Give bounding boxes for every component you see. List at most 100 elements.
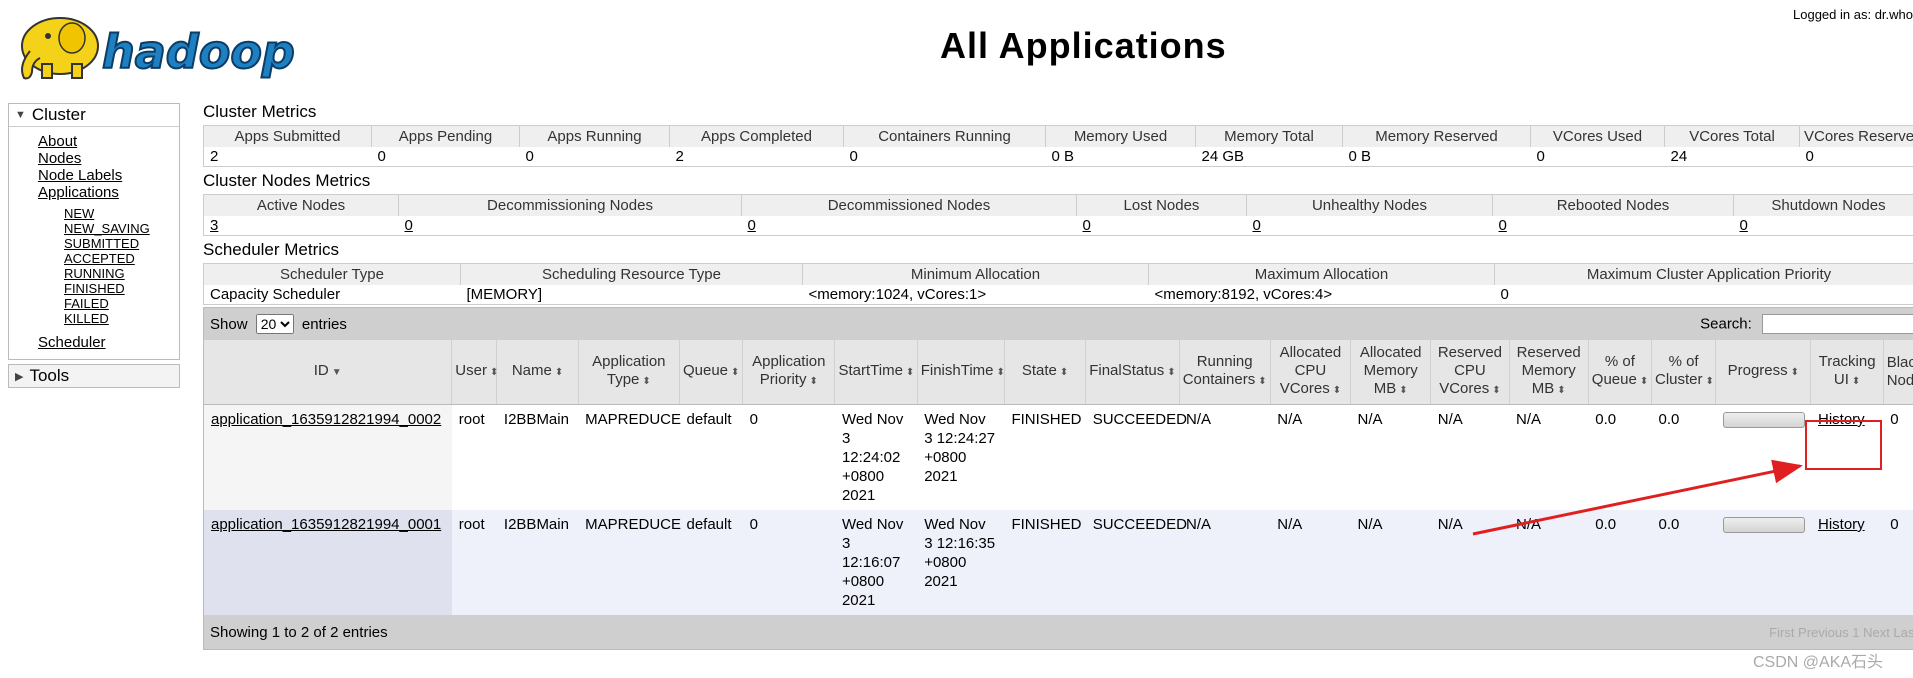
sort-icon: ⬍ [731,367,740,378]
watermark: CSDN @AKA石头 [1753,654,1884,671]
table-cell: Capacity Scheduler [210,286,341,303]
app-id-link[interactable]: application_1635912821994_0002 [211,411,441,428]
table-cell: History [1810,510,1884,615]
state-link-new-saving[interactable]: NEW_SAVING [64,221,179,236]
col-header-alloc-cpu[interactable]: Allocated CPU VCores ⬍ [1270,340,1352,405]
sort-icon: ⬍ [642,376,651,387]
col-header-queue[interactable]: Queue ⬍ [679,340,744,405]
table-cell: SUCCEEDED [1085,510,1187,615]
col-header-pct-cluster[interactable]: % of Cluster ⬍ [1651,340,1717,405]
header-label: Allocated Memory MB [1359,344,1422,397]
unhealthy-nodes-link[interactable]: 0 [1253,217,1261,234]
table-header: Containers Running [843,125,1046,147]
decommissioned-nodes-link[interactable]: 0 [748,217,756,234]
col-header-id[interactable]: ID ▼ [204,340,453,405]
table-cell: 2 [210,148,219,165]
header-label: Tracking UI [1818,353,1876,388]
col-header-res-mem[interactable]: Reserved Memory MB ⬍ [1509,340,1589,405]
sidebar-link-nodes[interactable]: Nodes [38,150,179,167]
header-label: FinalStatus [1089,362,1165,379]
sort-icon: ⬍ [1705,376,1714,387]
col-header-user[interactable]: User ⬍ [451,340,498,405]
col-header-alloc-mem[interactable]: Allocated Memory MB ⬍ [1350,340,1432,405]
table-cell: Wed Nov 3 12:16:35 +0800 2021 [917,510,1005,615]
table-row: application_1635912821994_0001 root I2BB… [204,510,1913,615]
state-link-accepted[interactable]: ACCEPTED [64,251,179,266]
table-cell: root [451,510,497,615]
table-header: Maximum Cluster Application Priority [1494,263,1913,285]
page-size-control: Show 20 entries [210,314,347,334]
col-header-start-time[interactable]: StartTime ⬍ [834,340,918,405]
table-cell: [MEMORY] [466,286,543,303]
sidebar: ▼ Cluster About Nodes Node Labels Applic… [8,103,180,388]
applications-table: ID ▼ User ⬍ Name ⬍ Application Type ⬍ Queue ⬍… [204,340,1913,615]
table-cell: 0 [1536,148,1545,165]
sidebar-link-about[interactable]: About [38,133,179,150]
col-header-progress[interactable]: Progress ⬍ [1715,340,1812,405]
col-header-name[interactable]: Name ⬍ [496,340,579,405]
triangle-right-icon: ▶ [15,370,24,383]
apps-footer: Showing 1 to 2 of 2 entries First Previo… [204,615,1913,649]
decommissioning-nodes-link[interactable]: 0 [405,217,413,234]
table-header: VCores Reserved [1799,125,1913,147]
hadoop-logo[interactable]: hadoop [10,6,310,86]
state-link-killed[interactable]: KILLED [64,311,179,326]
progress-bar [1722,412,1805,428]
apps-header-row: ID ▼ User ⬍ Name ⬍ Application Type ⬍ Queue ⬍… [204,340,1913,405]
table-cell: 0 [1805,148,1814,165]
scheduler-metrics-table: Scheduler Type Scheduling Resource Type … [203,263,1913,305]
header-label: % of Cluster [1654,353,1703,388]
nodes-metrics-header-row: Active Nodes Decommissioning Nodes Decom… [203,194,1913,216]
apps-toolbar: Show 20 entries Search: [204,308,1913,340]
col-header-pct-queue[interactable]: % of Queue ⬍ [1588,340,1652,405]
state-link-submitted[interactable]: SUBMITTED [64,236,179,251]
header-label: Blacklisted Nodes [1886,354,1913,389]
triangle-down-icon: ▼ [15,109,26,121]
col-header-finish-time[interactable]: FinishTime ⬍ [917,340,1005,405]
col-header-app-type[interactable]: Application Type ⬍ [578,340,680,405]
cluster-nav-header[interactable]: ▼ Cluster [9,104,179,127]
sidebar-link-scheduler[interactable]: Scheduler [38,334,179,351]
table-cell: 0 [1493,216,1734,236]
sidebar-link-node-labels[interactable]: Node Labels [38,167,179,184]
shutdown-nodes-link[interactable]: 0 [1740,217,1748,234]
table-header: Decommissioning Nodes [398,194,742,216]
nodes-metrics-title: Cluster Nodes Metrics [203,171,371,190]
state-link-new[interactable]: NEW [64,206,179,221]
cluster-nav-label: Cluster [31,105,86,124]
sidebar-link-applications[interactable]: Applications [38,184,179,201]
table-cell: 2 [675,148,684,165]
lost-nodes-link[interactable]: 0 [1083,217,1091,234]
table-header: Scheduler Type [203,263,461,285]
col-header-state[interactable]: State ⬍ [1004,340,1087,405]
page-size-select[interactable]: 20 [255,314,294,334]
table-cell: 0 [1500,286,1509,303]
tools-nav-header[interactable]: ▶ Tools [8,364,180,388]
col-header-blacklisted[interactable]: Blacklisted Nodes [1883,340,1913,405]
history-link[interactable]: History [1818,516,1865,533]
table-cell: SUCCEEDED [1085,404,1187,510]
app-id-link[interactable]: application_1635912821994_0001 [211,516,441,533]
table-cell: N/A [1350,404,1431,510]
table-header: Memory Used [1045,125,1196,147]
rebooted-nodes-link[interactable]: 0 [1499,217,1507,234]
search-input[interactable] [1762,314,1913,334]
col-header-final-status[interactable]: FinalStatus ⬍ [1085,340,1180,405]
active-nodes-link[interactable]: 3 [210,217,218,234]
header-label: % of Queue [1591,353,1637,388]
col-header-res-cpu[interactable]: Reserved CPU VCores ⬍ [1430,340,1510,405]
col-header-priority[interactable]: Application Priority ⬍ [742,340,836,405]
logo-text: hadoop [102,25,295,79]
col-header-running-containers[interactable]: Running Containers ⬍ [1179,340,1271,405]
table-cell: N/A [1430,510,1510,615]
col-header-tracking-ui[interactable]: Tracking UI ⬍ [1810,340,1884,405]
state-link-running[interactable]: RUNNING [64,266,179,281]
table-cell: 24 [1670,148,1688,165]
pagination[interactable]: First Previous 1 Next Last [1769,625,1913,640]
header-label: State [1021,362,1057,379]
state-link-failed[interactable]: FAILED [64,296,179,311]
table-header: Memory Total [1195,125,1343,147]
sort-icon: ⬍ [1557,385,1566,396]
table-cell: MAPREDUCE [578,510,681,615]
state-link-finished[interactable]: FINISHED [64,281,179,296]
